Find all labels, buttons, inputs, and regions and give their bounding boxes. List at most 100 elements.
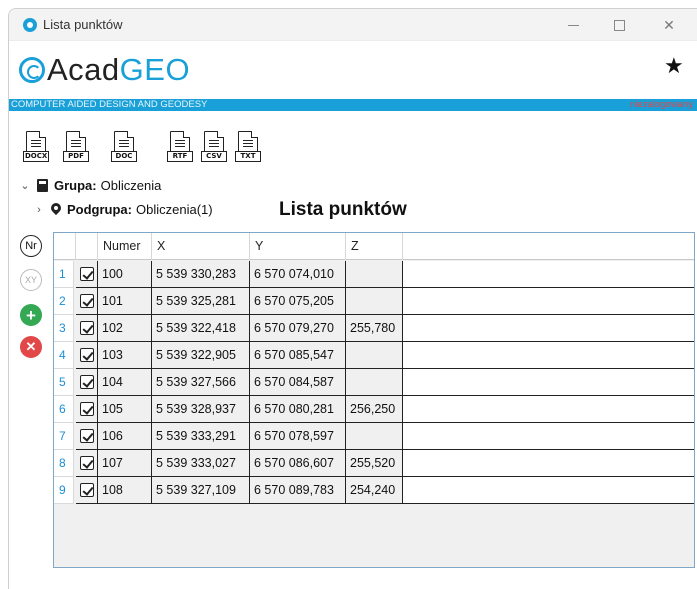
row-index[interactable]: 9 <box>54 477 74 504</box>
cell-y[interactable]: 6 570 085,547 <box>250 342 346 369</box>
row-index[interactable]: 6 <box>54 396 74 423</box>
row-checkbox[interactable] <box>76 423 98 450</box>
cell-x[interactable]: 5 539 327,109 <box>152 477 250 504</box>
cell-z[interactable] <box>346 342 403 369</box>
favorite-star-icon[interactable]: ★ <box>664 53 684 79</box>
export-pdf-label: PDF <box>63 151 89 162</box>
header-z[interactable]: Z <box>346 233 403 260</box>
row-checkbox[interactable] <box>76 369 98 396</box>
table-row[interactable]: 7 106 5 539 333,291 6 570 078,597 <box>54 423 694 450</box>
cell-x[interactable]: 5 539 322,905 <box>152 342 250 369</box>
row-index[interactable]: 5 <box>54 369 74 396</box>
row-index[interactable]: 4 <box>54 342 74 369</box>
cell-y[interactable]: 6 570 079,270 <box>250 315 346 342</box>
checkmark-icon[interactable] <box>80 375 94 389</box>
cell-z[interactable] <box>346 261 403 288</box>
tree-item-group[interactable]: ⌄ Grupa: Obliczenia <box>19 178 161 193</box>
table-row[interactable]: 6 105 5 539 328,937 6 570 080,281 256,250 <box>54 396 694 423</box>
table-row[interactable]: 3 102 5 539 322,418 6 570 079,270 255,780 <box>54 315 694 342</box>
table-row[interactable]: 9 108 5 539 327,109 6 570 089,783 254,240 <box>54 477 694 504</box>
row-checkbox[interactable] <box>76 342 98 369</box>
cell-y[interactable]: 6 570 089,783 <box>250 477 346 504</box>
cell-x[interactable]: 5 539 328,937 <box>152 396 250 423</box>
cell-z[interactable]: 255,520 <box>346 450 403 477</box>
cell-x[interactable]: 5 539 333,027 <box>152 450 250 477</box>
cell-y[interactable]: 6 570 084,587 <box>250 369 346 396</box>
header-x[interactable]: X <box>152 233 250 260</box>
cell-numer[interactable]: 106 <box>98 423 152 450</box>
chevron-down-icon[interactable]: ⌄ <box>19 179 31 192</box>
sort-by-xy-button[interactable]: XY <box>20 269 42 291</box>
row-checkbox[interactable] <box>76 261 98 288</box>
maximize-button[interactable] <box>597 9 641 41</box>
checkmark-icon[interactable] <box>80 402 94 416</box>
row-checkbox[interactable] <box>76 450 98 477</box>
cell-numer[interactable]: 102 <box>98 315 152 342</box>
cell-z[interactable] <box>346 369 403 396</box>
checkmark-icon[interactable] <box>80 456 94 470</box>
close-button[interactable]: ✕ <box>647 9 691 41</box>
row-checkbox[interactable] <box>76 477 98 504</box>
row-index[interactable]: 8 <box>54 450 74 477</box>
cell-numer[interactable]: 108 <box>98 477 152 504</box>
tree-item-subgroup[interactable]: › Podgrupa: Obliczenia(1) <box>33 202 212 217</box>
export-pdf-button[interactable]: PDF <box>63 131 89 162</box>
cell-x[interactable]: 5 539 325,281 <box>152 288 250 315</box>
checkmark-icon[interactable] <box>80 483 94 497</box>
cell-numer[interactable]: 107 <box>98 450 152 477</box>
export-doc-button[interactable]: DOC <box>111 131 137 162</box>
delete-point-button[interactable]: ✕ <box>20 336 42 358</box>
export-txt-button[interactable]: TXT <box>235 131 261 162</box>
cell-z[interactable] <box>346 288 403 315</box>
cell-x[interactable]: 5 539 327,566 <box>152 369 250 396</box>
row-index[interactable]: 3 <box>54 315 74 342</box>
table-row[interactable]: 1 100 5 539 330,283 6 570 074,010 <box>54 261 694 288</box>
points-table[interactable]: Numer X Y Z 1 100 5 539 330,283 6 570 074,0… <box>53 232 695 568</box>
cell-x[interactable]: 5 539 333,291 <box>152 423 250 450</box>
header-y[interactable]: Y <box>250 233 346 260</box>
add-point-button[interactable]: + <box>20 304 42 326</box>
table-row[interactable]: 4 103 5 539 322,905 6 570 085,547 <box>54 342 694 369</box>
cell-y[interactable]: 6 570 078,597 <box>250 423 346 450</box>
title-bar[interactable]: Lista punktów ✕ <box>9 9 697 41</box>
cell-numer[interactable]: 103 <box>98 342 152 369</box>
cell-y[interactable]: 6 570 074,010 <box>250 261 346 288</box>
cell-y[interactable]: 6 570 075,205 <box>250 288 346 315</box>
export-txt-label: TXT <box>235 151 261 162</box>
cell-z[interactable] <box>346 423 403 450</box>
export-docx-button[interactable]: DOCX <box>23 131 50 162</box>
table-row[interactable]: 8 107 5 539 333,027 6 570 086,607 255,520 <box>54 450 694 477</box>
header-numer[interactable]: Numer <box>98 233 152 260</box>
cell-numer[interactable]: 100 <box>98 261 152 288</box>
cell-x[interactable]: 5 539 330,283 <box>152 261 250 288</box>
checkmark-icon[interactable] <box>80 321 94 335</box>
login-status[interactable]: niezalogowany <box>630 99 693 111</box>
minimize-button[interactable] <box>551 9 595 41</box>
cell-y[interactable]: 6 570 086,607 <box>250 450 346 477</box>
cell-numer[interactable]: 105 <box>98 396 152 423</box>
checkmark-icon[interactable] <box>80 429 94 443</box>
row-checkbox[interactable] <box>76 315 98 342</box>
cell-y[interactable]: 6 570 080,281 <box>250 396 346 423</box>
row-index[interactable]: 2 <box>54 288 74 315</box>
checkmark-icon[interactable] <box>80 348 94 362</box>
row-checkbox[interactable] <box>76 396 98 423</box>
table-row[interactable]: 2 101 5 539 325,281 6 570 075,205 <box>54 288 694 315</box>
export-rtf-button[interactable]: RTF <box>167 131 193 162</box>
row-filler <box>403 342 694 369</box>
cell-z[interactable]: 256,250 <box>346 396 403 423</box>
checkmark-icon[interactable] <box>80 294 94 308</box>
row-index[interactable]: 7 <box>54 423 74 450</box>
row-index[interactable]: 1 <box>54 261 74 288</box>
chevron-right-icon[interactable]: › <box>33 204 45 216</box>
cell-z[interactable]: 255,780 <box>346 315 403 342</box>
cell-z[interactable]: 254,240 <box>346 477 403 504</box>
cell-numer[interactable]: 104 <box>98 369 152 396</box>
checkmark-icon[interactable] <box>80 267 94 281</box>
cell-numer[interactable]: 101 <box>98 288 152 315</box>
export-csv-button[interactable]: CSV <box>201 131 227 162</box>
sort-by-number-button[interactable]: Nr <box>20 235 42 257</box>
table-row[interactable]: 5 104 5 539 327,566 6 570 084,587 <box>54 369 694 396</box>
row-checkbox[interactable] <box>76 288 98 315</box>
cell-x[interactable]: 5 539 322,418 <box>152 315 250 342</box>
